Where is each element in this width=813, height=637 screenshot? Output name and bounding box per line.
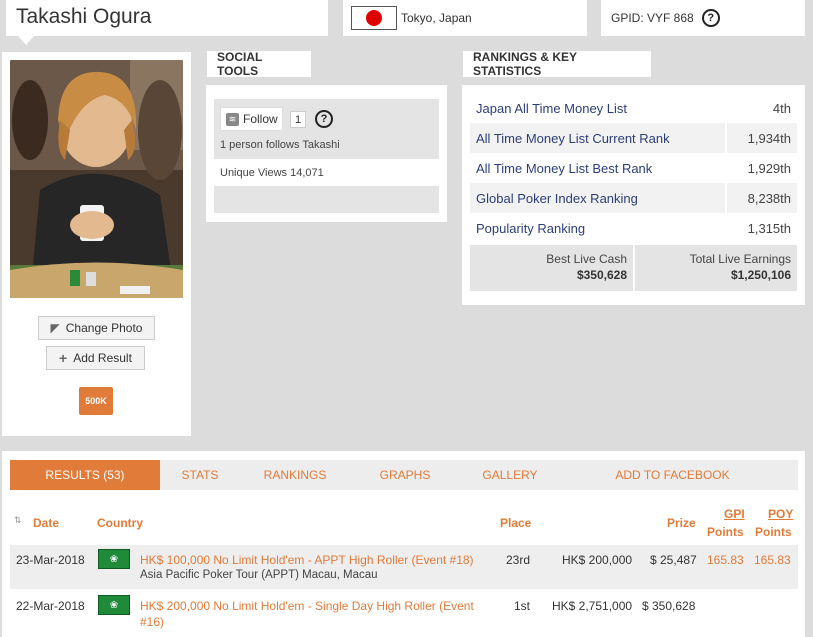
profile-panel: ◤ Change Photo + Add Result 500K xyxy=(2,52,191,436)
column-country[interactable]: Country xyxy=(97,516,143,530)
name-box: Takashi Ogura xyxy=(6,0,328,36)
ranking-row: Popularity Ranking 1,315th xyxy=(470,213,797,243)
ranking-value: 1,934th xyxy=(725,123,797,153)
table-row: 23-Mar-2018 ❀ HK$ 100,000 No Limit Hold'… xyxy=(10,545,798,589)
macau-flag-icon: ❀ xyxy=(98,595,130,615)
ranking-label[interactable]: All Time Money List Current Rank xyxy=(470,131,725,146)
column-poy[interactable]: POY xyxy=(768,507,793,521)
column-date[interactable]: Date xyxy=(33,516,59,530)
ranking-value: 4th xyxy=(772,100,791,116)
result-date: 22-Mar-2018 xyxy=(16,599,85,613)
macau-flag-icon: ❀ xyxy=(98,549,130,569)
gpid-text: GPID: VYF 868 xyxy=(611,11,694,25)
tab-graphs[interactable]: GRAPHS xyxy=(350,460,460,490)
rankings-header: RANKINGS & KEY STATISTICS xyxy=(463,50,651,78)
gpid-box: GPID: VYF 868 ? xyxy=(601,0,805,36)
result-date: 23-Mar-2018 xyxy=(16,553,85,567)
location-text: Tokyo, Japan xyxy=(401,11,472,25)
column-poy-points: Points xyxy=(755,525,792,539)
total-live-earnings: Total Live Earnings $1,250,106 xyxy=(635,245,797,291)
results-tabs: RESULTS (53) STATS RANKINGS GRAPHS GALLE… xyxy=(10,460,798,490)
follow-area: ≋ Follow 1 ? 1 person follows Takashi xyxy=(214,99,439,159)
500k-badge-icon[interactable]: 500K xyxy=(79,387,113,415)
social-empty-bar xyxy=(214,186,439,213)
result-place: 23rd xyxy=(506,553,531,567)
follow-button[interactable]: ≋ Follow xyxy=(220,107,283,131)
ranking-label[interactable]: All Time Money List Best Rank xyxy=(470,161,725,176)
photo-icon: ◤ xyxy=(50,321,60,335)
tab-add-to-facebook[interactable]: ADD TO FACEBOOK xyxy=(560,460,785,490)
total-live-earnings-value: $1,250,106 xyxy=(730,268,791,282)
japan-flag-icon xyxy=(351,6,397,30)
ranking-label[interactable]: Popularity Ranking xyxy=(470,221,725,236)
event-venue: Asia Pacific Poker Tour (APPT) Macau, Ma… xyxy=(140,569,378,581)
event-link[interactable]: HK$ 100,000 No Limit Hold'em - APPT High… xyxy=(140,553,474,567)
column-place[interactable]: Place xyxy=(500,516,531,530)
column-gpi[interactable]: GPI xyxy=(724,507,745,521)
plus-icon: + xyxy=(59,350,68,366)
ranking-label[interactable]: Global Poker Index Ranking xyxy=(470,191,725,206)
rankings-panel: Japan All Time Money List 4th All Time M… xyxy=(462,85,805,305)
result-poy-points: 165.83 xyxy=(754,553,791,567)
unique-views: Unique Views 14,071 xyxy=(220,167,324,179)
event-link[interactable]: HK$ 200,000 No Limit Hold'em - Single Da… xyxy=(140,599,474,613)
name-pointer xyxy=(18,36,34,45)
ranking-value: 1,315th xyxy=(747,220,791,236)
tab-gallery[interactable]: GALLERY xyxy=(460,460,560,490)
social-tools-panel: ≋ Follow 1 ? 1 person follows Takashi Un… xyxy=(206,85,447,222)
player-name: Takashi Ogura xyxy=(16,5,152,28)
tab-results[interactable]: RESULTS (53) xyxy=(10,460,160,490)
result-local-prize: HK$ 2,751,000 xyxy=(552,599,633,613)
help-icon[interactable]: ? xyxy=(701,9,720,27)
column-prize[interactable]: Prize xyxy=(667,516,696,530)
column-gpi-points: Points xyxy=(707,525,744,539)
ranking-row: All Time Money List Best Rank 1,929th xyxy=(470,153,797,183)
add-result-label: Add Result xyxy=(73,351,132,365)
best-live-cash-label: Best Live Cash xyxy=(546,252,627,266)
social-tools-header: SOCIAL TOOLS xyxy=(207,50,311,78)
ranking-row: All Time Money List Current Rank 1,934th xyxy=(470,123,797,153)
change-photo-label: Change Photo xyxy=(65,321,143,335)
change-photo-button[interactable]: ◤ Change Photo xyxy=(38,316,155,340)
ranking-row: Global Poker Index Ranking 8,238th xyxy=(470,183,797,213)
ranking-row: Japan All Time Money List 4th xyxy=(470,93,797,123)
follow-label: Follow xyxy=(243,112,278,126)
profile-photo xyxy=(10,60,183,298)
ranking-label[interactable]: Japan All Time Money List xyxy=(470,101,725,116)
best-live-cash-value: $350,628 xyxy=(576,268,627,282)
result-gpi-points: 165.83 xyxy=(707,553,744,567)
ranking-value: 8,238th xyxy=(725,183,797,213)
earnings-summary: Best Live Cash $350,628 Total Live Earni… xyxy=(470,245,797,291)
table-row: 22-Mar-2018 ❀ HK$ 200,000 No Limit Hold'… xyxy=(10,591,798,637)
rss-icon: ≋ xyxy=(226,112,239,126)
tab-stats[interactable]: STATS xyxy=(160,460,240,490)
follow-count: 1 xyxy=(290,111,306,128)
result-place: 1st xyxy=(514,599,531,613)
total-live-earnings-label: Total Live Earnings xyxy=(689,252,791,266)
ranking-value: 1,929th xyxy=(747,160,791,176)
results-panel: RESULTS (53) STATS RANKINGS GRAPHS GALLE… xyxy=(2,451,805,637)
add-result-button[interactable]: + Add Result xyxy=(46,346,145,370)
result-prize: $ 350,628 xyxy=(642,599,696,613)
event-link-continued[interactable]: #16) xyxy=(140,615,164,629)
best-live-cash: Best Live Cash $350,628 xyxy=(470,245,633,291)
location-box: Tokyo, Japan xyxy=(343,0,587,36)
result-local-prize: HK$ 200,000 xyxy=(562,553,633,567)
tab-rankings[interactable]: RANKINGS xyxy=(240,460,350,490)
help-icon[interactable]: ? xyxy=(315,110,333,128)
result-prize: $ 25,487 xyxy=(650,553,697,567)
followers-text: 1 person follows Takashi xyxy=(220,139,340,151)
sort-icon[interactable]: ⇅ xyxy=(14,515,22,526)
